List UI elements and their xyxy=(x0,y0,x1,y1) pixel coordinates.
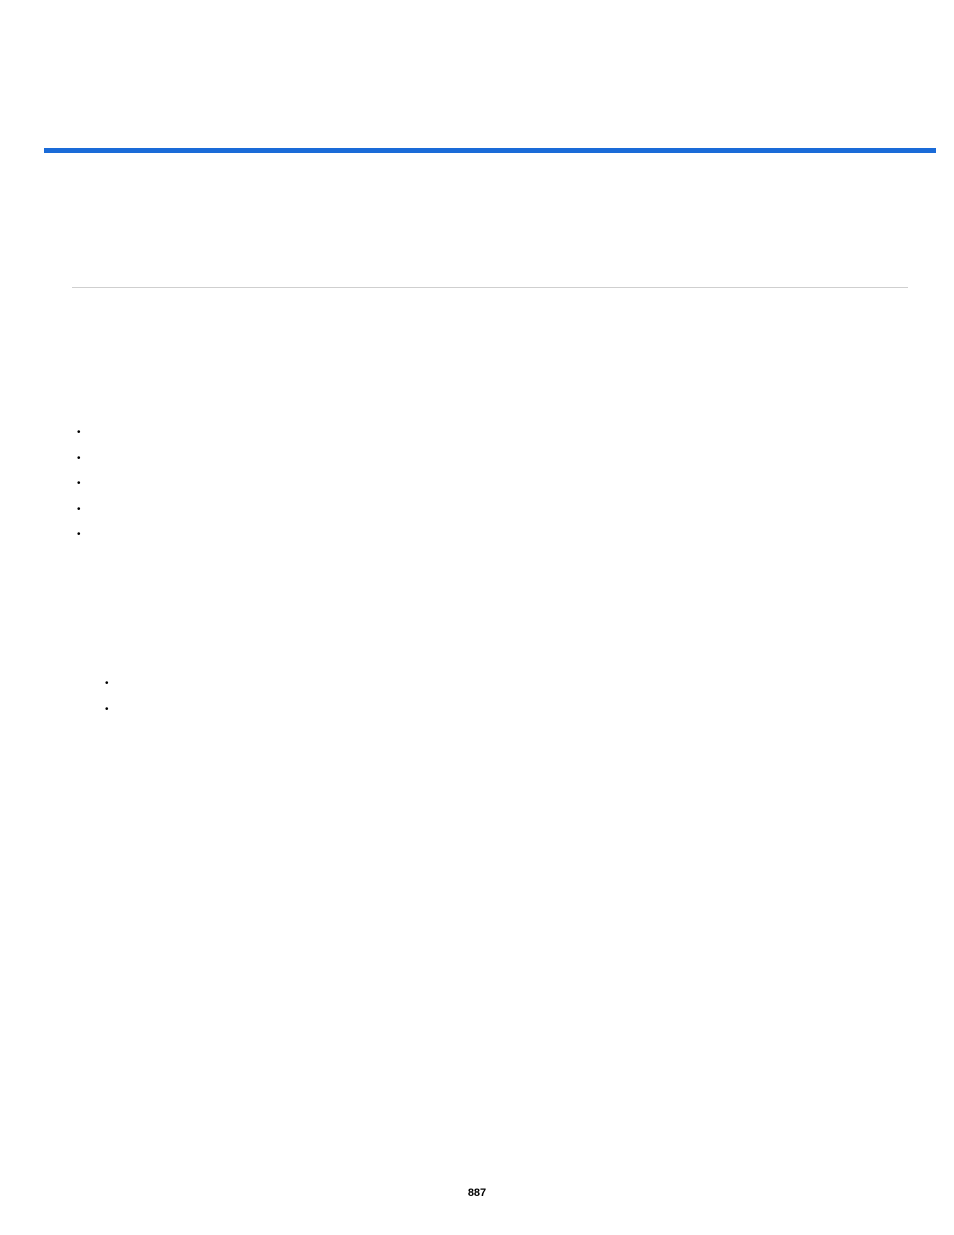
bullet-list-2 xyxy=(100,679,114,730)
list-item xyxy=(72,479,86,505)
list-item xyxy=(100,679,114,705)
list-item xyxy=(72,454,86,480)
horizontal-rule-accent xyxy=(44,148,936,153)
list-item xyxy=(72,428,86,454)
bullet-list-1 xyxy=(72,428,86,556)
horizontal-rule-thin xyxy=(72,287,908,288)
list-item xyxy=(72,530,86,556)
page-number: 887 xyxy=(0,1187,954,1199)
list-item xyxy=(100,705,114,731)
list-item xyxy=(72,505,86,531)
